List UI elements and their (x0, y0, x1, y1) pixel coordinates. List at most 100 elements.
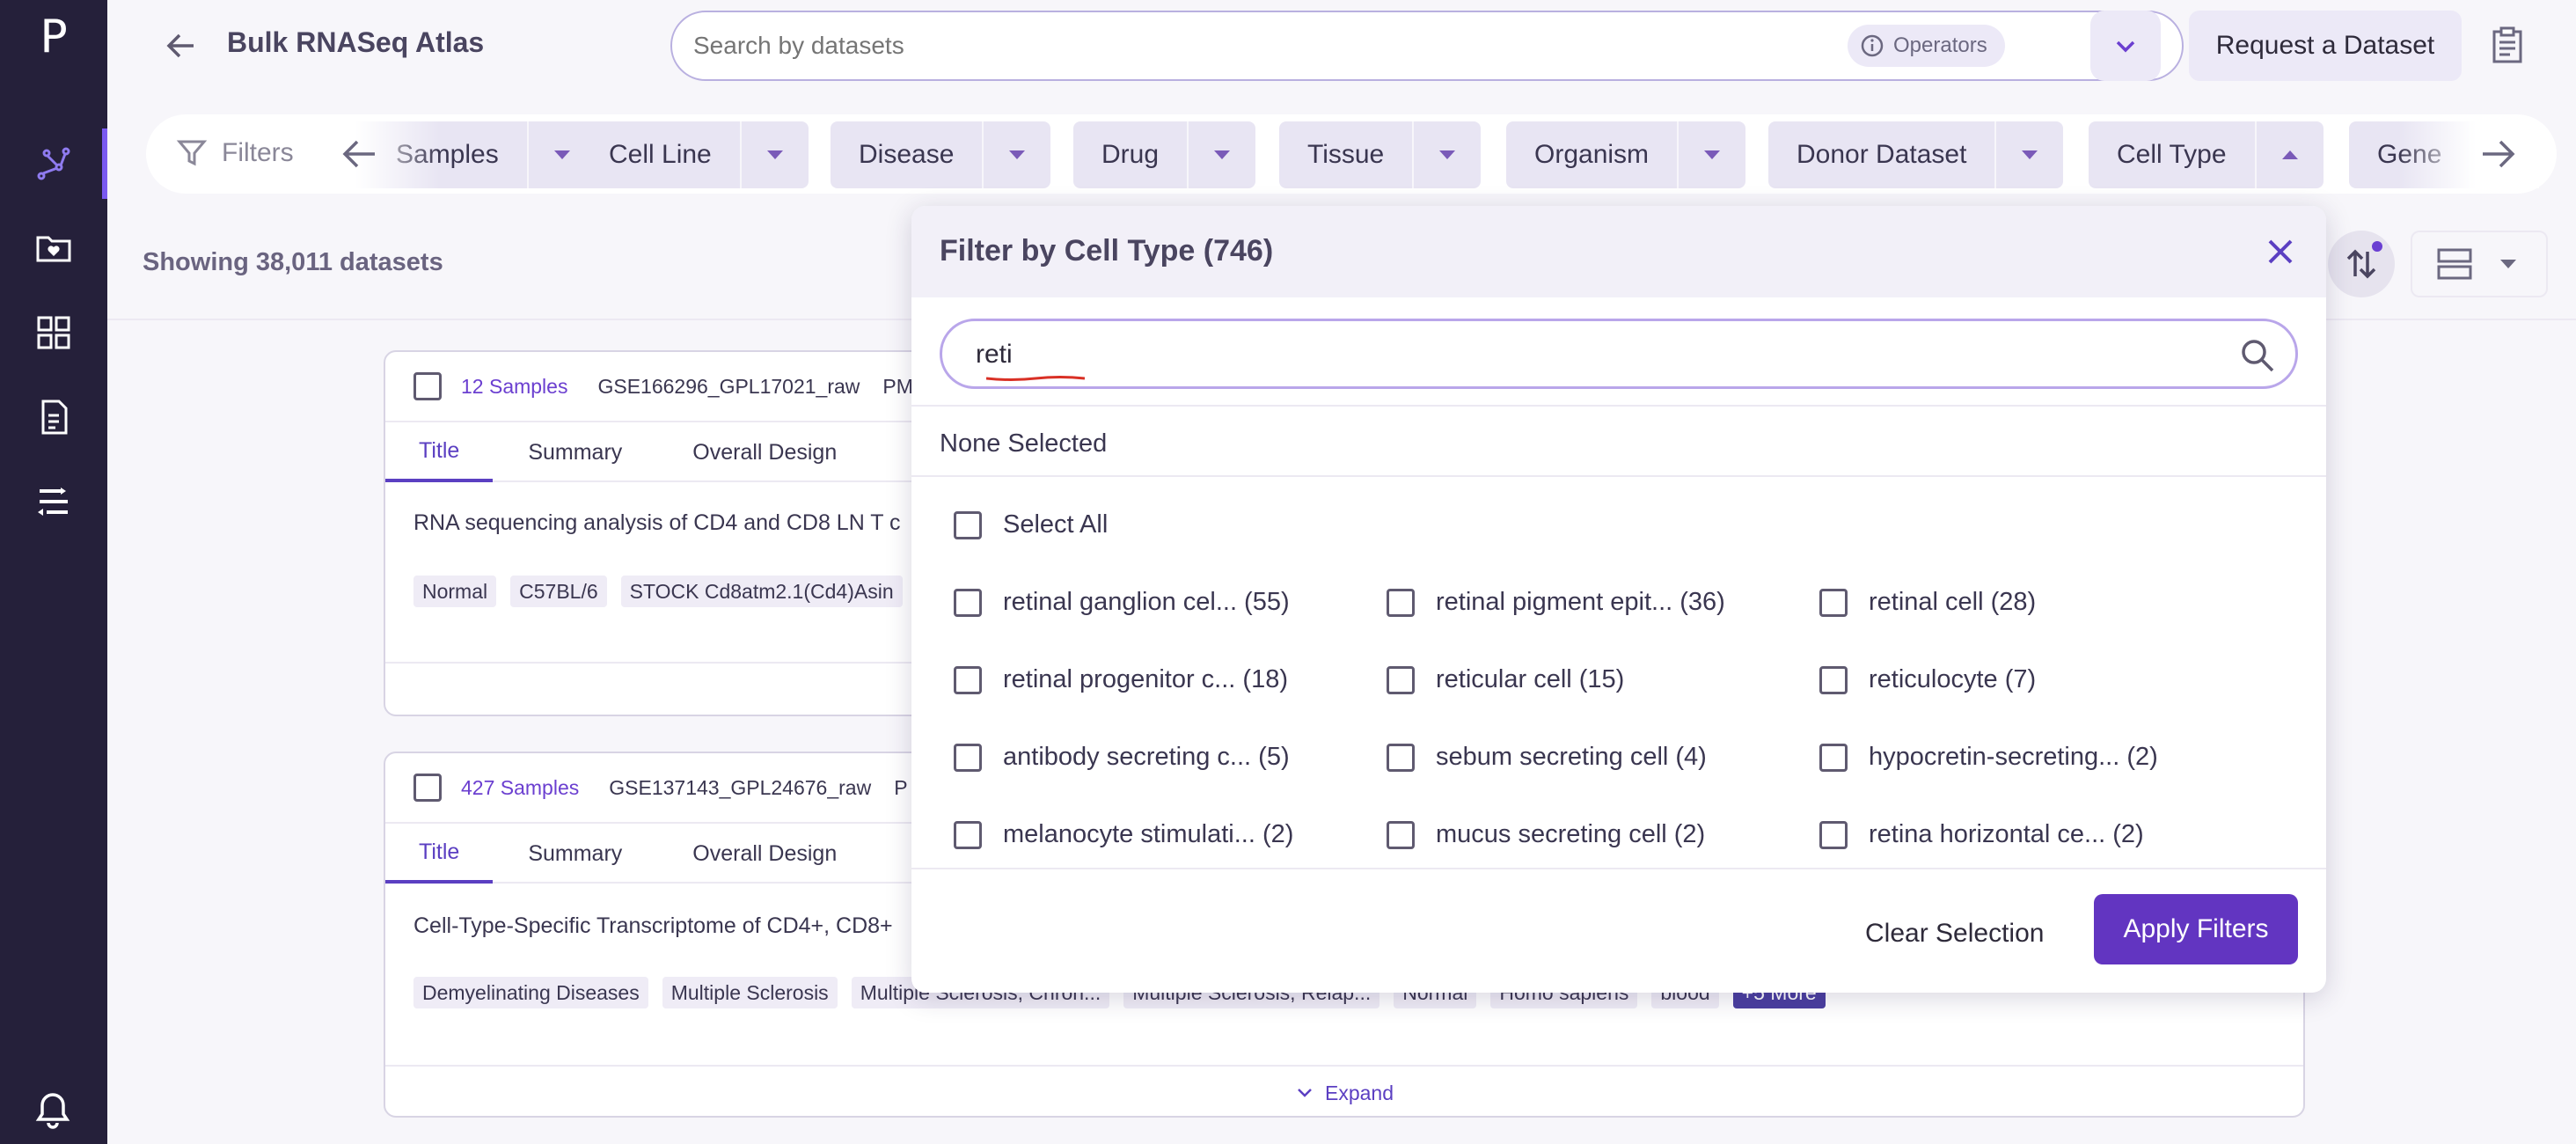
tab-title[interactable]: Title (385, 422, 494, 482)
results-count: Showing 38,011 datasets (143, 248, 443, 276)
cell-type-search (940, 319, 2298, 389)
filter-chip-tissue[interactable]: Tissue (1279, 121, 1482, 188)
cell-type-option[interactable]: reticular cell (15) (1387, 665, 1624, 694)
workflow-icon (38, 488, 68, 516)
tab-overall-design[interactable]: Overall Design (657, 824, 872, 884)
clipboard-icon (2492, 26, 2522, 63)
option-checkbox[interactable] (1387, 588, 1415, 617)
tab-title[interactable]: Title (385, 824, 494, 884)
scroll-right-icon[interactable] (2477, 134, 2518, 174)
scroll-left-icon[interactable] (340, 134, 380, 174)
card-description: Cell-Type-Specific Transcriptome of CD4+… (413, 913, 893, 938)
cell-type-option[interactable]: retinal cell (28) (1819, 588, 2036, 617)
chip-dropdown[interactable] (1187, 121, 1255, 188)
chip-label: Donor Dataset (1797, 140, 1967, 169)
cell-type-option[interactable]: retinal ganglion cel... (55) (954, 588, 1290, 617)
sidebar-item-dashboard[interactable] (0, 297, 107, 368)
view-mode-button[interactable] (2411, 231, 2548, 297)
chip-label: Tissue (1307, 140, 1385, 169)
card-checkbox[interactable] (413, 372, 442, 400)
card-checkbox[interactable] (413, 774, 442, 802)
option-label: reticulocyte (7) (1869, 665, 2037, 693)
option-checkbox[interactable] (1819, 588, 1848, 617)
sort-active-dot (2372, 241, 2382, 252)
cell-type-option[interactable]: mucus secreting cell (2) (1387, 820, 1705, 849)
samples-count[interactable]: 427 Samples (461, 776, 579, 800)
chip-dropdown[interactable] (982, 121, 1050, 188)
clipboard-button[interactable] (2483, 21, 2532, 70)
sidebar-item-documents[interactable] (0, 382, 107, 452)
cell-type-option[interactable]: retinal progenitor c... (18) (954, 665, 1288, 694)
cell-type-option[interactable]: antibody secreting c... (5) (954, 743, 1290, 772)
bell-icon[interactable] (32, 1089, 74, 1132)
document-icon (41, 400, 68, 435)
chip-label: Cell Line (609, 140, 712, 169)
sidebar-item-workflows[interactable] (0, 466, 107, 537)
chip-label: Organism (1534, 140, 1650, 169)
search-options-button[interactable] (2090, 11, 2161, 81)
select-all-checkbox[interactable] (954, 510, 982, 539)
request-dataset-button[interactable]: Request a Dataset (2189, 11, 2462, 81)
filter-chip-drug[interactable]: Drug (1073, 121, 1256, 188)
graph-icon (37, 147, 70, 180)
back-button[interactable] (160, 25, 202, 67)
caret-down-icon (2500, 260, 2516, 268)
filter-chip-cell-line[interactable]: Cell Line (581, 121, 809, 188)
chip-dropdown[interactable] (1412, 121, 1481, 188)
option-checkbox[interactable] (1819, 743, 1848, 772)
caret-down-icon (553, 150, 570, 159)
caret-down-icon (1704, 150, 1721, 159)
option-checkbox[interactable] (1387, 665, 1415, 694)
sidebar-item-atlas[interactable] (0, 128, 107, 199)
sort-button[interactable] (2328, 231, 2395, 297)
chip-dropdown[interactable] (1994, 121, 2063, 188)
option-label: retinal pigment epit... (36) (1436, 588, 1725, 616)
tab-summary[interactable]: Summary (493, 422, 657, 482)
operators-button[interactable]: Operators (1848, 25, 2005, 67)
option-label: melanocyte stimulati... (2) (1003, 820, 1294, 848)
sidebar-item-favorites[interactable] (0, 213, 107, 283)
apply-filters-button[interactable]: Apply Filters (2094, 894, 2298, 964)
search-input[interactable] (693, 26, 1837, 65)
card-description: RNA sequencing analysis of CD4 and CD8 L… (413, 510, 901, 535)
filter-chip-cell-type[interactable]: Cell Type (2089, 121, 2324, 188)
filter-chip-donor-dataset[interactable]: Donor Dataset (1768, 121, 2064, 188)
samples-count[interactable]: 12 Samples (461, 375, 567, 399)
select-all-option[interactable]: Select All (954, 510, 1108, 539)
chip-dropdown[interactable] (1677, 121, 1745, 188)
expand-button[interactable]: Expand (385, 1065, 2303, 1116)
sort-icon (2346, 249, 2376, 279)
app-logo[interactable]: P (32, 11, 76, 63)
top-bar: Bulk RNASeq Atlas Operators Request a Da… (107, 0, 2576, 92)
cell-type-option[interactable]: sebum secreting cell (4) (1387, 743, 1707, 772)
chip-dropdown[interactable] (739, 121, 809, 188)
filter-chip-disease[interactable]: Disease (831, 121, 1051, 188)
filter-chip-organism[interactable]: Organism (1506, 121, 1746, 188)
modal-header: Filter by Cell Type (746) (911, 206, 2326, 297)
option-checkbox[interactable] (954, 588, 982, 617)
option-checkbox[interactable] (954, 665, 982, 694)
option-checkbox[interactable] (1819, 820, 1848, 849)
cell-type-option[interactable]: retina horizontal ce... (2) (1819, 820, 2144, 849)
sidebar: P (0, 0, 107, 1144)
clear-selection-button[interactable]: Clear Selection (1865, 919, 2044, 949)
cell-type-option[interactable]: hypocretin-secreting... (2) (1819, 743, 2158, 772)
cell-type-search-input[interactable] (976, 335, 2190, 374)
tab-summary[interactable]: Summary (493, 824, 657, 884)
option-checkbox[interactable] (954, 743, 982, 772)
close-button[interactable] (2261, 232, 2300, 271)
option-checkbox[interactable] (1387, 743, 1415, 772)
option-label: Select All (1003, 510, 1109, 539)
cell-type-option[interactable]: reticulocyte (7) (1819, 665, 2036, 694)
chip-dropdown[interactable] (2254, 121, 2324, 188)
filter-bar: Filters Samples Cell Line Disease Drug T… (146, 114, 2557, 194)
tab-overall-design[interactable]: Overall Design (657, 422, 872, 482)
filters-label: Filters (176, 137, 294, 169)
divider (911, 868, 2326, 869)
cell-type-option[interactable]: retinal pigment epit... (36) (1387, 588, 1725, 617)
search-icon[interactable] (2239, 337, 2276, 374)
cell-type-option[interactable]: melanocyte stimulati... (2) (954, 820, 1293, 849)
option-checkbox[interactable] (1819, 665, 1848, 694)
option-checkbox[interactable] (1387, 820, 1415, 849)
option-checkbox[interactable] (954, 820, 982, 849)
